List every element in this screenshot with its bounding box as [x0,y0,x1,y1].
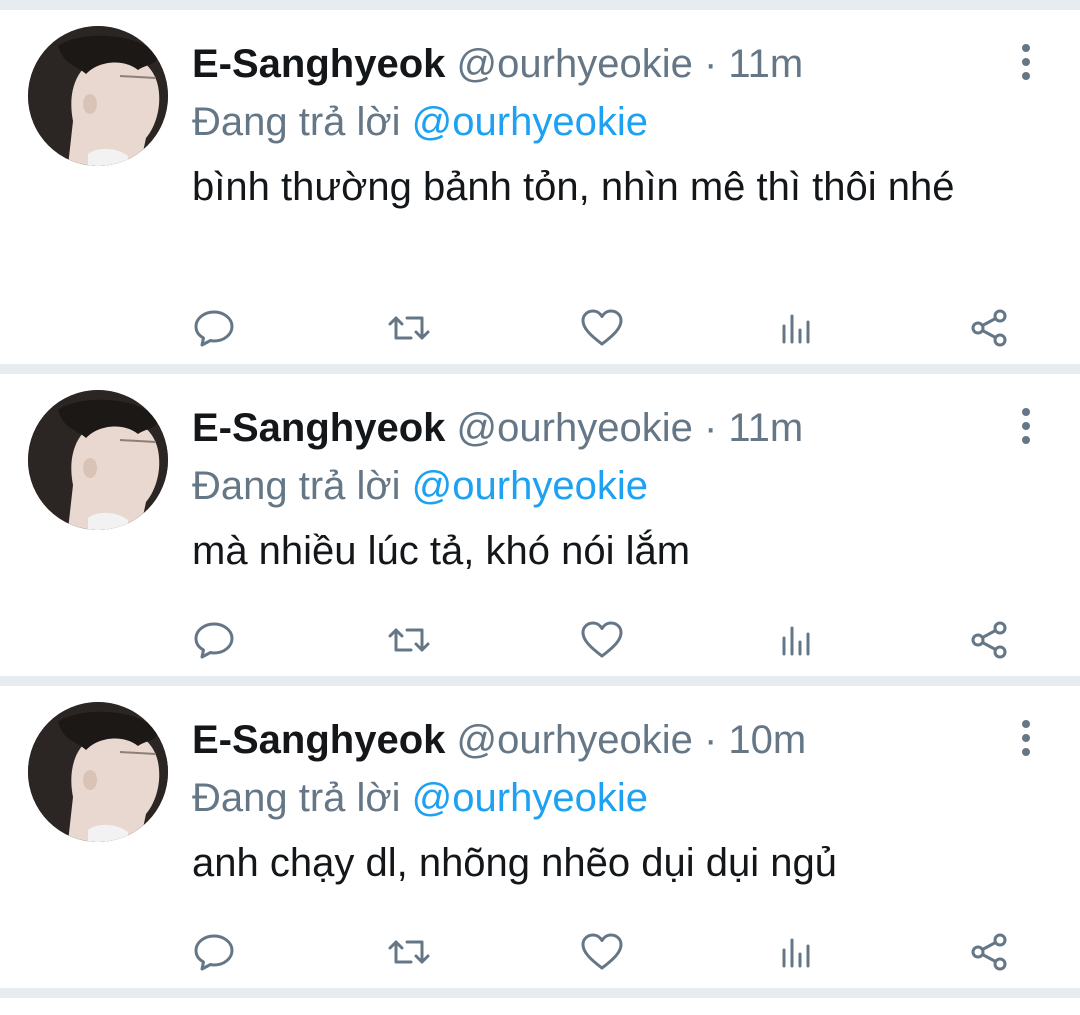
user-handle[interactable]: @ourhyeokie [457,718,693,762]
reply-icon[interactable] [190,616,238,664]
tweet[interactable]: E-Sanghyeok @ourhyeokie · 11m Đang trả l… [0,374,1080,676]
tweet-actions [0,616,1080,664]
analytics-icon[interactable] [772,616,820,664]
replying-prefix: Đang trả lời [192,100,401,144]
user-handle[interactable]: @ourhyeokie [457,406,693,450]
heart-icon[interactable] [578,616,626,664]
timestamp[interactable]: 10m [728,718,806,762]
tweet-actions [0,928,1080,976]
retweet-icon[interactable] [385,928,433,976]
analytics-icon[interactable] [772,304,820,352]
timestamp[interactable]: 11m [728,406,803,450]
tweet-header: E-Sanghyeok @ourhyeokie · 11m [192,36,803,92]
replying-to: Đang trả lời @ourhyeokie [192,770,648,826]
tweet-text: mà nhiều lúc tả, khó nói lắm [192,529,691,573]
user-handle[interactable]: @ourhyeokie [457,42,693,86]
replying-prefix: Đang trả lời [192,776,401,820]
share-icon[interactable] [966,616,1014,664]
next-tweet-edge [0,998,1080,1015]
display-name[interactable]: E-Sanghyeok [192,718,445,762]
reply-icon[interactable] [190,304,238,352]
timeline: E-Sanghyeok @ourhyeokie · 11m Đang trả l… [0,0,1080,1015]
mention-link[interactable]: @ourhyeokie [412,464,648,508]
avatar[interactable] [28,26,168,166]
share-icon[interactable] [966,928,1014,976]
share-icon[interactable] [966,304,1014,352]
separator-dot: · [703,42,718,86]
mention-link[interactable]: @ourhyeokie [412,100,648,144]
timestamp[interactable]: 11m [728,42,803,86]
tweet[interactable]: E-Sanghyeok @ourhyeokie · 11m Đang trả l… [0,10,1080,364]
analytics-icon[interactable] [772,928,820,976]
replying-to: Đang trả lời @ourhyeokie [192,458,648,514]
more-vertical-icon[interactable] [1018,404,1034,448]
tweet-actions [0,304,1080,352]
retweet-icon[interactable] [385,616,433,664]
separator-dot: · [703,406,718,450]
tweet-header: E-Sanghyeok @ourhyeokie · 11m [192,400,803,456]
replying-prefix: Đang trả lời [192,464,401,508]
retweet-icon[interactable] [385,304,433,352]
heart-icon[interactable] [578,928,626,976]
display-name[interactable]: E-Sanghyeok [192,406,445,450]
tweet-text: anh chạy dl, nhõng nhẽo dụi dụi ngủ [192,841,837,885]
tweet[interactable]: E-Sanghyeok @ourhyeokie · 10m Đang trả l… [0,686,1080,988]
reply-icon[interactable] [190,928,238,976]
more-vertical-icon[interactable] [1018,716,1034,760]
tweet-header: E-Sanghyeok @ourhyeokie · 10m [192,712,806,768]
avatar[interactable] [28,390,168,530]
more-vertical-icon[interactable] [1018,40,1034,84]
display-name[interactable]: E-Sanghyeok [192,42,445,86]
mention-link[interactable]: @ourhyeokie [412,776,648,820]
replying-to: Đang trả lời @ourhyeokie [192,94,648,150]
avatar[interactable] [28,702,168,842]
heart-icon[interactable] [578,304,626,352]
tweet-text: bình thường bảnh tỏn, nhìn mê thì thôi n… [192,165,955,209]
separator-dot: · [703,718,718,762]
